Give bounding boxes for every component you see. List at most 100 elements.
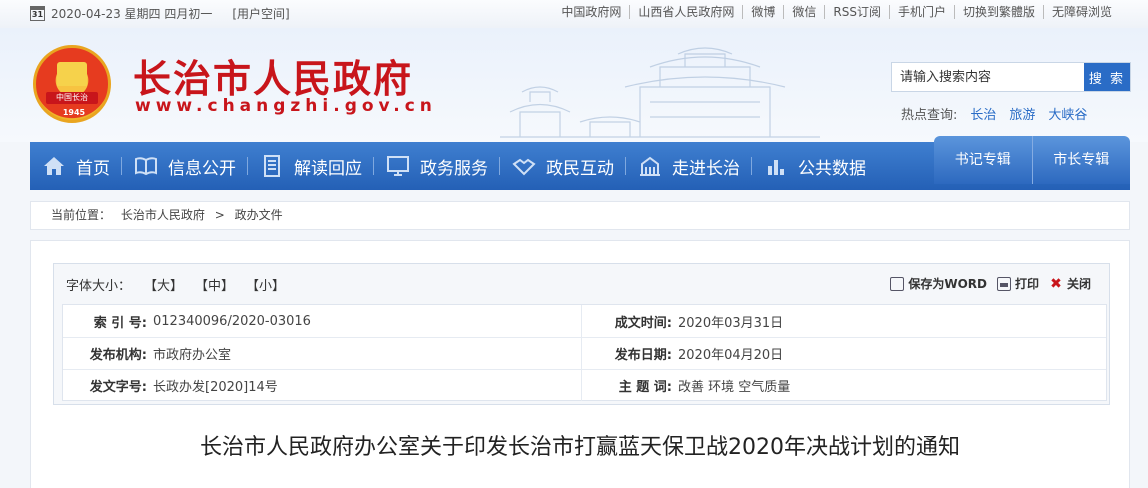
metadata-cell: 索 引 号: 012340096/2020-03016 [63,305,581,337]
breadcrumb-separator: > [214,208,225,222]
written-date-key: 成文时间: [614,315,672,331]
nav-mayor-column[interactable]: 市长专辑 [1031,136,1131,184]
nav-label: 首页 [76,158,110,179]
font-size-medium[interactable]: 【中】 [195,275,234,294]
metadata-row: 发布机构: 市政府办公室 发布日期: 2020年04月20日 [63,337,1106,369]
top-bar: 31 2020-04-23 星期四 四月初一 [用户空间] 中国政府网 山西省人… [0,0,1148,28]
save-word-label: 保存为WORD [908,277,987,291]
metadata-cell: 主 题 词: 改善 环境 空气质量 [581,370,1106,401]
top-link-mobile[interactable]: 手机门户 [888,5,954,19]
keywords-value: 改善 环境 空气质量 [678,380,791,395]
top-link-shanxi[interactable]: 山西省人民政府网 [629,5,742,19]
site-domain: www.changzhi.gov.cn [135,96,437,116]
nav-gov-services[interactable]: 政务服务 [374,142,500,190]
emblem-year: 1945 [62,108,86,117]
handshake-icon [512,158,536,176]
hot-searches: 热点查询: 长治 旅游 大峡谷 [901,104,1087,123]
hot-search-canyon[interactable]: 大峡谷 [1048,104,1087,123]
print-label: 打印 [1014,277,1039,291]
nav-about-changzhi[interactable]: 走进长治 [626,142,752,190]
emblem-building-icon [57,62,87,86]
hot-search-tourism[interactable]: 旅游 [1009,104,1035,123]
publish-date-key: 发布日期: [614,348,672,363]
breadcrumb: 当前位置： 长治市人民政府 > 政办文件 [30,201,1130,230]
document-info-panel: 字体大小： 【大】 【中】 【小】 保存为WORD 打印 ✖ 关闭 索 引 号:… [53,263,1110,405]
top-link-accessibility[interactable]: 无障碍浏览 [1042,5,1120,19]
close-icon: ✖ [1050,275,1062,292]
article-content: 字体大小： 【大】 【中】 【小】 保存为WORD 打印 ✖ 关闭 索 引 号:… [30,240,1130,488]
font-size-small[interactable]: 【小】 [246,275,285,294]
document-icon [264,155,280,177]
bar-chart-icon [768,160,784,175]
nav-label: 走进长治 [672,158,740,179]
header: 中国长治 1945 长治市人民政府 www.changzhi.gov.cn 搜 … [0,28,1148,142]
nav-label: 信息公开 [168,158,236,179]
breadcrumb-label: 当前位置： [51,208,112,222]
document-number-value: 长政办发[2020]14号 [153,380,278,395]
special-columns: 书记专辑 市长专辑 [934,136,1130,184]
word-icon [890,276,905,291]
top-link-weibo[interactable]: 微博 [742,5,783,19]
search-input[interactable] [892,63,1084,91]
tower-illustration [500,47,820,138]
top-links: 中国政府网 山西省人民政府网 微博 微信 RSS订阅 手机门户 切换到繁體版 无… [553,5,1120,19]
metadata-cell: 发文字号: 长政办发[2020]14号 [63,370,581,401]
metadata-row: 索 引 号: 012340096/2020-03016 成文时间: 2020年0… [63,305,1106,337]
breadcrumb-current-link[interactable]: 政办文件 [235,208,283,222]
document-title: 长治市人民政府办公室关于印发长治市打赢蓝天保卫战2020年决战计划的通知 [200,435,960,460]
metadata-row: 发文字号: 长政办发[2020]14号 主 题 词: 改善 环境 空气质量 [63,369,1106,401]
nav-label: 解读回应 [294,158,362,179]
book-icon [135,157,157,176]
nav-secretary-column[interactable]: 书记专辑 [934,136,1032,184]
font-size-row: 字体大小： 【大】 【中】 【小】 保存为WORD 打印 ✖ 关闭 [54,264,1109,300]
top-link-weixin[interactable]: 微信 [783,5,824,19]
font-size-label: 字体大小： [66,279,132,294]
publisher-key: 发布机构: [89,348,147,363]
metadata-table: 索 引 号: 012340096/2020-03016 成文时间: 2020年0… [62,304,1107,401]
top-link-rss[interactable]: RSS订阅 [824,5,889,19]
current-date: 2020-04-23 星期四 四月初一 [51,7,213,21]
nav-info-disclosure[interactable]: 信息公开 [122,142,248,190]
calendar-icon: 31 [30,6,45,21]
nav-label: 政务服务 [420,158,488,179]
font-size-options: 【大】 【中】 【小】 [144,275,285,294]
site-title[interactable]: 长治市人民政府 [133,48,413,103]
metadata-cell: 发布日期: 2020年04月20日 [581,338,1106,369]
home-icon [44,157,64,175]
metadata-cell: 成文时间: 2020年03月31日 [581,305,1106,337]
main-nav: 首页 信息公开 解读回应 政务服务 政民互动 走进长治 公共数据 书记专辑 市长… [30,136,1130,190]
nav-public-data[interactable]: 公共数据 [752,142,878,190]
nav-label: 政民互动 [546,158,614,179]
breadcrumb-home-link[interactable]: 长治市人民政府 [121,208,205,222]
nav-home[interactable]: 首页 [30,142,122,190]
nav-label: 公共数据 [798,158,866,179]
top-link-gov[interactable]: 中国政府网 [553,5,629,19]
written-date-value: 2020年03月31日 [678,315,784,331]
nav-interaction[interactable]: 政民互动 [500,142,626,190]
index-number-value: 012340096/2020-03016 [153,313,311,329]
metadata-cell: 发布机构: 市政府办公室 [63,338,581,369]
font-size-large[interactable]: 【大】 [144,275,183,294]
hot-search-changzhi[interactable]: 长治 [970,104,996,123]
hot-search-label: 热点查询: [901,108,958,123]
index-number-key: 索 引 号: [93,315,147,331]
publisher-value: 市政府办公室 [153,348,232,363]
emblem-ring-text: 中国长治 [46,92,98,104]
search-button[interactable]: 搜 索 [1084,63,1130,91]
close-label: 关闭 [1066,277,1091,291]
nav-interpretation[interactable]: 解读回应 [248,142,374,190]
date-area: 31 2020-04-23 星期四 四月初一 [用户空间] [30,5,290,22]
user-space-link[interactable]: [用户空间] [232,5,289,22]
printer-icon [996,276,1011,291]
article-tools: 保存为WORD 打印 ✖ 关闭 [890,275,1091,292]
publish-date-value: 2020年04月20日 [678,348,784,363]
city-emblem-logo[interactable]: 中国长治 1945 [33,45,111,123]
print-button[interactable]: 打印 [996,275,1039,292]
close-button[interactable]: ✖ 关闭 [1049,275,1091,292]
monitor-icon [387,156,409,176]
search-box: 搜 索 [891,62,1131,92]
save-word-button[interactable]: 保存为WORD [890,275,987,292]
building-icon [640,156,660,176]
top-link-traditional[interactable]: 切换到繁體版 [953,5,1043,19]
keywords-key: 主 题 词: [618,380,672,395]
